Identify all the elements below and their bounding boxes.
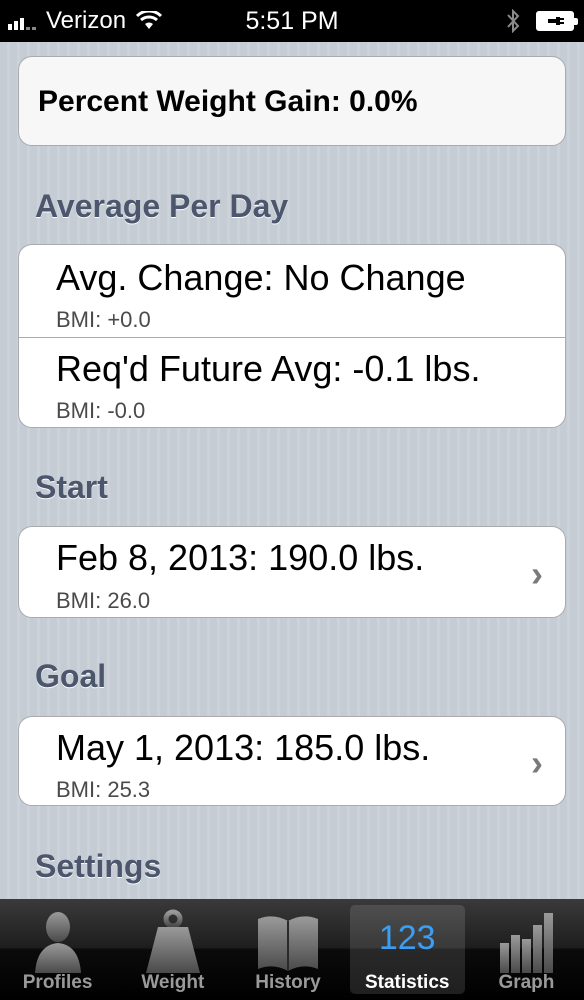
goal-cell[interactable]: May 1, 2013: 185.0 lbs. BMI: 25.3 ›: [19, 717, 565, 805]
tab-bar: Profiles Weight History 123 Statistics G…: [0, 899, 584, 1000]
start-bmi: BMI: 26.0: [56, 588, 151, 613]
reqd-future-avg-label: Req'd Future Avg: -0.1 lbs.: [56, 348, 481, 389]
start-date-weight: Feb 8, 2013: 190.0 lbs.: [56, 537, 425, 578]
status-bar: Verizon 5:51 PM: [0, 0, 584, 42]
avg-change-bmi: BMI: +0.0: [56, 307, 151, 332]
avg-change-label: Avg. Change: No Change: [56, 257, 466, 298]
tab-history[interactable]: History: [230, 899, 345, 1000]
status-time: 5:51 PM: [245, 7, 339, 35]
tab-graph[interactable]: Graph: [469, 899, 584, 1000]
average-per-day-group: Avg. Change: No Change BMI: +0.0 Req'd F…: [18, 244, 566, 428]
battery-icon: [536, 11, 578, 31]
goal-group: May 1, 2013: 185.0 lbs. BMI: 25.3 ›: [18, 716, 566, 806]
tab-weight[interactable]: Weight: [115, 899, 230, 1000]
tab-label: Profiles: [22, 972, 93, 993]
start-group: Feb 8, 2013: 190.0 lbs. BMI: 26.0 ›: [18, 526, 566, 618]
section-header-goal: Goal: [35, 658, 107, 694]
goal-bmi: BMI: 25.3: [56, 777, 151, 802]
tab-label: Weight: [141, 972, 205, 993]
goal-date-weight: May 1, 2013: 185.0 lbs.: [56, 727, 431, 768]
section-header-start: Start: [35, 469, 108, 505]
status-right: [506, 0, 578, 42]
chevron-right-icon: ›: [531, 553, 543, 594]
tab-label: Graph: [498, 972, 555, 993]
percent-weight-gain-card: Percent Weight Gain: 0.0%: [18, 56, 566, 146]
tab-statistics[interactable]: 123 Statistics: [349, 905, 465, 994]
avg-change-cell: Avg. Change: No Change BMI: +0.0: [19, 245, 565, 337]
tab-profiles[interactable]: Profiles: [0, 899, 115, 1000]
start-cell[interactable]: Feb 8, 2013: 190.0 lbs. BMI: 26.0 ›: [19, 527, 565, 617]
weight-icon: [145, 909, 200, 973]
123-icon: 123: [378, 919, 436, 957]
section-header-settings: Settings: [35, 848, 162, 884]
person-icon: [34, 912, 81, 973]
reqd-future-avg-bmi: BMI: -0.0: [56, 398, 146, 423]
reqd-future-avg-cell: Req'd Future Avg: -0.1 lbs. BMI: -0.0: [19, 337, 565, 427]
book-icon: [258, 916, 318, 971]
bluetooth-icon: [507, 9, 520, 33]
tab-label: History: [255, 972, 321, 993]
tab-label: Statistics: [364, 972, 450, 993]
percent-weight-gain: Percent Weight Gain: 0.0%: [38, 85, 418, 118]
chevron-right-icon: ›: [531, 742, 543, 783]
bar-graph-icon: [500, 913, 554, 973]
section-header-average-per-day: Average Per Day: [35, 188, 289, 224]
